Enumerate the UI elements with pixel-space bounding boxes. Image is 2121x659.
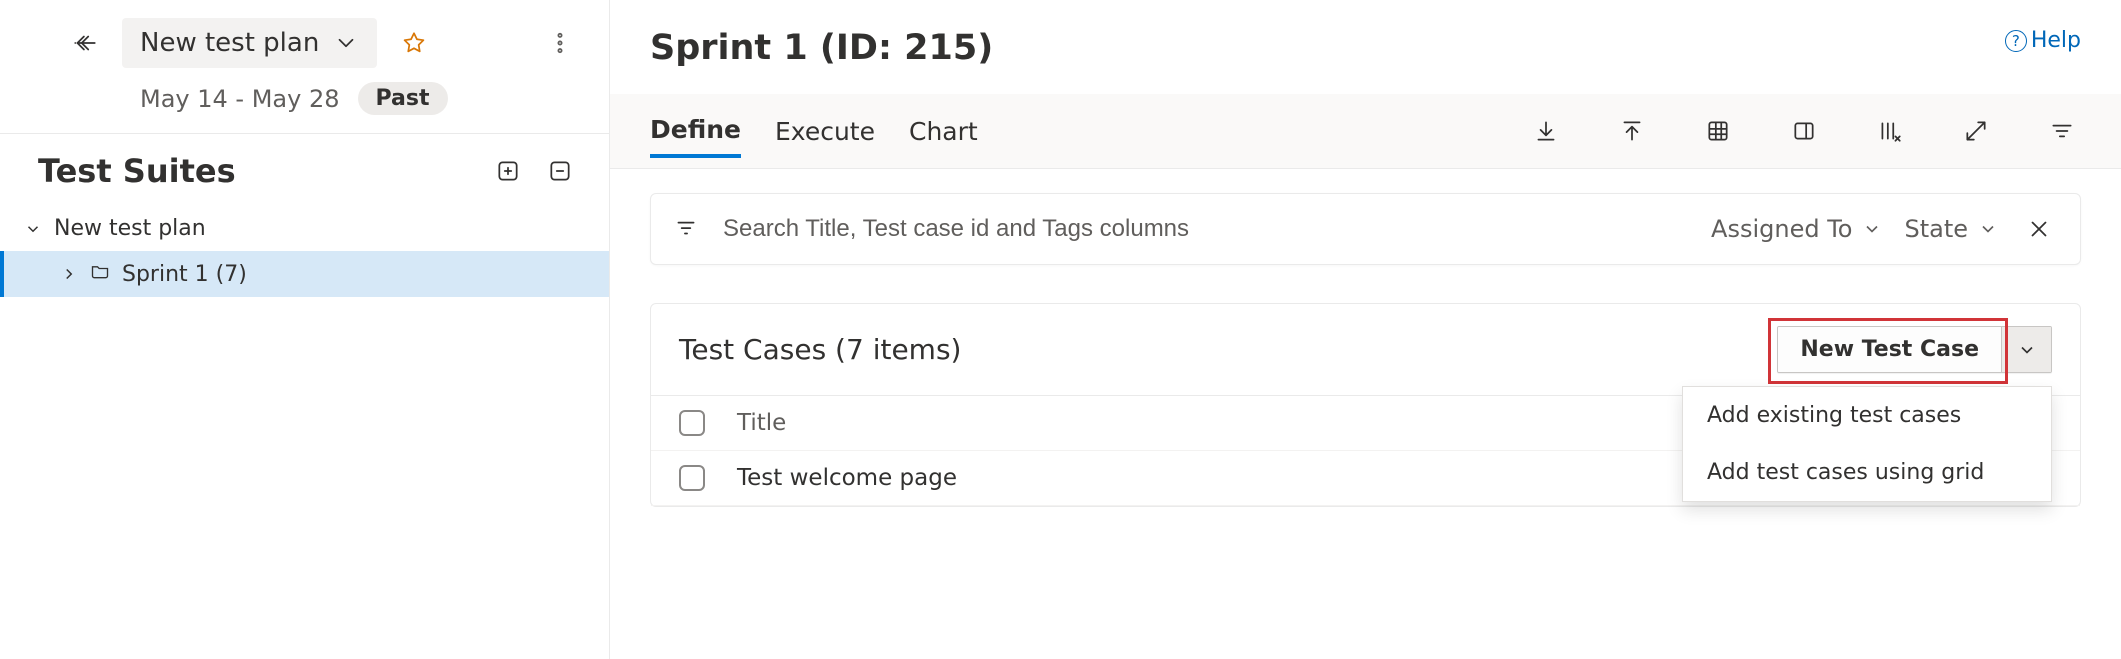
suites-heading: Test Suites (38, 152, 475, 190)
filter-bar: Assigned To State (650, 193, 2081, 265)
chevron-down-icon (1978, 219, 1998, 239)
chevron-down-icon (1862, 219, 1882, 239)
suites-tree: New test plan Sprint 1 (7) (0, 200, 609, 303)
help-label: Help (2031, 28, 2081, 53)
collapse-suite-button[interactable] (541, 152, 579, 190)
menu-add-grid[interactable]: Add test cases using grid (1683, 444, 2051, 501)
download-icon (1533, 118, 1559, 144)
minus-square-icon (547, 158, 573, 184)
tree-root-label: New test plan (54, 216, 206, 241)
column-options-button[interactable] (1871, 112, 1909, 150)
upload-icon (1619, 118, 1645, 144)
columns-edit-icon (1877, 118, 1903, 144)
tree-root[interactable]: New test plan (0, 206, 609, 251)
side-panel-button[interactable] (1785, 112, 1823, 150)
filter-assigned-to[interactable]: Assigned To (1711, 215, 1882, 243)
row-checkbox[interactable] (679, 465, 705, 491)
tab-execute[interactable]: Execute (775, 107, 875, 156)
filter-icon (2049, 118, 2075, 144)
chevron-down-icon (2017, 340, 2037, 360)
close-icon (2026, 216, 2052, 242)
sidebar: New test plan May 14 - May 28 Past Test … (0, 0, 610, 659)
main-panel: Sprint 1 (ID: 215) ? Help Define Execute… (610, 0, 2121, 659)
command-bar: Define Execute Chart (610, 94, 2121, 169)
expand-icon (1963, 118, 1989, 144)
fullscreen-button[interactable] (1957, 112, 1995, 150)
search-input[interactable] (721, 214, 1689, 244)
tab-define[interactable]: Define (650, 105, 741, 158)
new-test-case-dropdown[interactable] (2001, 327, 2051, 372)
col-title[interactable]: Title (729, 410, 1700, 436)
kebab-icon (547, 30, 573, 56)
new-test-case-button[interactable]: New Test Case (1778, 327, 2001, 372)
add-suite-button[interactable] (489, 152, 527, 190)
chevron-right-icon (60, 264, 78, 284)
filter-toggle-button[interactable] (2043, 112, 2081, 150)
menu-add-existing[interactable]: Add existing test cases (1683, 387, 2051, 444)
more-actions-button[interactable] (541, 24, 579, 62)
filter-lines-icon (673, 214, 699, 245)
new-test-case-split-button: New Test Case (1777, 326, 2052, 373)
panel-icon (1791, 118, 1817, 144)
filter-state-label: State (1904, 215, 1968, 243)
clear-filters-button[interactable] (2020, 210, 2058, 248)
folder-icon (90, 261, 110, 287)
plan-subheader: May 14 - May 28 Past (0, 68, 609, 133)
plan-status-pill: Past (358, 82, 448, 115)
plan-header: New test plan (0, 18, 609, 68)
filter-assigned-to-label: Assigned To (1711, 215, 1852, 243)
select-all-checkbox[interactable] (679, 410, 705, 436)
tree-child-selected[interactable]: Sprint 1 (7) (0, 251, 609, 297)
filter-state[interactable]: State (1904, 215, 1998, 243)
help-link[interactable]: ? Help (2005, 28, 2081, 53)
plan-selector[interactable]: New test plan (122, 18, 377, 68)
help-icon: ? (2005, 30, 2027, 52)
chevron-down-icon (333, 30, 359, 56)
plan-name: New test plan (140, 28, 319, 58)
plus-square-icon (495, 158, 521, 184)
test-cases-card: Test Cases (7 items) New Test Case Add e… (650, 303, 2081, 507)
plan-date-range: May 14 - May 28 (140, 85, 340, 113)
grid-icon (1705, 118, 1731, 144)
favorite-button[interactable] (395, 24, 433, 62)
back-button[interactable] (66, 24, 104, 62)
test-cases-title: Test Cases (7 items) (679, 333, 1777, 366)
export-button[interactable] (1527, 112, 1565, 150)
chevron-down-icon (24, 219, 42, 239)
import-button[interactable] (1613, 112, 1651, 150)
row-title: Test welcome page (729, 465, 1700, 491)
tree-child-label: Sprint 1 (7) (122, 262, 247, 287)
tab-chart[interactable]: Chart (909, 107, 978, 156)
suites-header: Test Suites (0, 134, 609, 200)
star-icon (401, 30, 427, 56)
new-test-case-menu: Add existing test cases Add test cases u… (1682, 386, 2052, 502)
page-title: Sprint 1 (ID: 215) (650, 28, 2005, 68)
grid-view-button[interactable] (1699, 112, 1737, 150)
